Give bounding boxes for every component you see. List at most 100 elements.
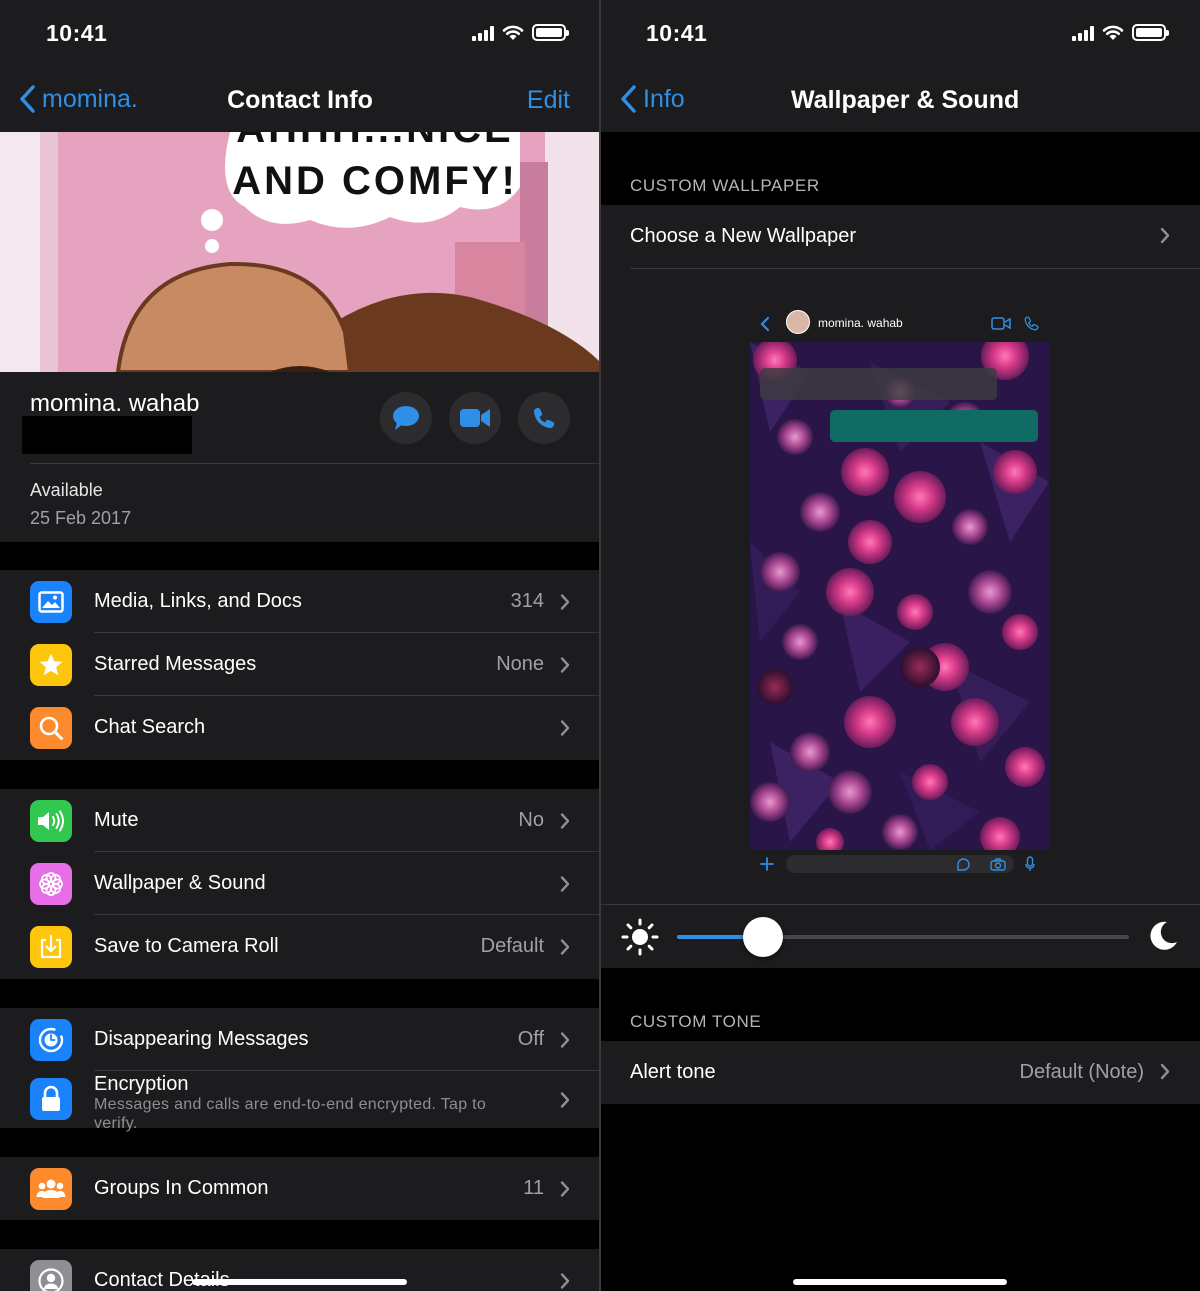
row-value: No xyxy=(518,809,544,831)
speaker-icon xyxy=(30,799,72,842)
phone-icon xyxy=(533,407,555,429)
camera-icon xyxy=(990,858,1006,871)
group-icon xyxy=(30,1167,72,1210)
preview-text-field xyxy=(786,855,1014,873)
wallpaper-preview-area: momina. wahab xyxy=(601,268,1200,904)
wallpaper-sound-screen: 10:41 Info Wallpaper & Sound CUSTOM WALL… xyxy=(601,0,1200,1291)
row-value: 11 xyxy=(523,1177,544,1199)
row-label: Media, Links, and Docs xyxy=(94,590,302,612)
status-icons xyxy=(1072,24,1169,41)
about-status: Available xyxy=(30,480,103,500)
preview-header: momina. wahab xyxy=(750,296,1049,342)
separator xyxy=(630,268,1200,269)
photo-icon xyxy=(30,580,72,623)
back-label: Info xyxy=(643,84,685,113)
separator xyxy=(30,463,600,464)
chat-bubble-icon xyxy=(393,406,419,430)
row-label: Encryption xyxy=(94,1073,189,1095)
privacy-group: Disappearing Messages Off Encryption Mes… xyxy=(0,1008,600,1132)
navigation-bar: 10:41 Info Wallpaper & Sound xyxy=(601,0,1200,132)
edit-button[interactable]: Edit xyxy=(527,86,570,115)
chevron-right-icon xyxy=(560,1180,570,1197)
groups-in-common-row[interactable]: Groups In Common 11 xyxy=(0,1157,600,1220)
page-title: Contact Info xyxy=(227,86,373,114)
profile-photo-art: AHHH...NICE AND COMFY! xyxy=(0,132,600,372)
row-value: Off xyxy=(517,1028,544,1050)
status-time: 10:41 xyxy=(646,20,708,46)
alert-tone-row[interactable]: Alert tone Default (Note) xyxy=(601,1041,1200,1104)
search-icon xyxy=(30,706,72,749)
wifi-icon xyxy=(502,25,524,40)
media-group: Media, Links, and Docs 314 Starred Messa… xyxy=(0,570,600,760)
signal-icon xyxy=(472,25,494,41)
save-camera-roll-row[interactable]: Save to Camera Roll Default xyxy=(0,915,600,978)
avatar xyxy=(786,310,810,334)
home-indicator xyxy=(793,1279,1007,1285)
row-sublabel: Messages and calls are end-to-end encryp… xyxy=(94,1096,487,1132)
signal-icon xyxy=(1072,25,1094,41)
choose-wallpaper-row[interactable]: Choose a New Wallpaper xyxy=(601,205,1200,268)
groups-common-group: Groups In Common 11 xyxy=(0,1157,600,1220)
chevron-right-icon xyxy=(1160,227,1170,244)
starred-messages-row[interactable]: Starred Messages None xyxy=(0,633,600,696)
contact-card: momina. wahab Available 25 Feb 2017 xyxy=(0,372,600,542)
wifi-icon xyxy=(1102,25,1124,40)
row-value: Default xyxy=(480,935,544,957)
choose-wallpaper-label: Choose a New Wallpaper xyxy=(630,225,857,247)
profile-caption-line2: AND COMFY! xyxy=(232,159,518,203)
chat-search-row[interactable]: Chat Search xyxy=(0,696,600,759)
disappearing-messages-row[interactable]: Disappearing Messages Off xyxy=(0,1008,600,1071)
save-icon xyxy=(30,925,72,968)
battery-icon xyxy=(532,24,569,41)
status-icons xyxy=(472,24,569,41)
chevron-right-icon xyxy=(560,1091,570,1108)
voice-call-button[interactable] xyxy=(518,392,570,444)
contact-name: momina. wahab xyxy=(30,390,200,417)
row-label: Mute xyxy=(94,809,139,831)
media-links-docs-row[interactable]: Media, Links, and Docs 314 xyxy=(0,570,600,633)
row-label: Groups In Common xyxy=(94,1177,269,1199)
chevron-right-icon xyxy=(560,938,570,955)
sample-outgoing-bubble xyxy=(830,410,1038,442)
alert-tone-value: Default (Note) xyxy=(1019,1061,1145,1083)
star-icon xyxy=(30,643,72,686)
about-date: 25 Feb 2017 xyxy=(30,508,132,528)
wallpaper-preview: momina. wahab xyxy=(750,296,1049,878)
row-label: Starred Messages xyxy=(94,653,257,675)
video-call-button[interactable] xyxy=(449,392,501,444)
chevron-right-icon xyxy=(1160,1063,1170,1080)
row-value: 314 xyxy=(510,590,544,612)
preview-contact-name: momina. wahab xyxy=(818,316,903,330)
wallpaper-image xyxy=(750,342,1049,850)
wallpaper-sound-row[interactable]: Wallpaper & Sound xyxy=(0,852,600,915)
timer-icon xyxy=(30,1018,72,1061)
sticker-icon xyxy=(957,858,970,871)
chevron-right-icon xyxy=(560,1272,570,1289)
home-indicator xyxy=(192,1279,407,1285)
page-title: Wallpaper & Sound xyxy=(791,86,1020,114)
chevron-right-icon xyxy=(560,719,570,736)
chevron-left-icon xyxy=(621,85,636,113)
video-camera-icon xyxy=(991,317,1011,330)
message-button[interactable] xyxy=(380,392,432,444)
redacted-phone-number xyxy=(22,416,192,454)
preview-input-bar xyxy=(750,850,1049,878)
lock-icon xyxy=(30,1078,72,1120)
sample-incoming-bubble xyxy=(760,368,997,400)
back-button[interactable]: Info xyxy=(619,84,685,114)
row-value: None xyxy=(496,653,544,675)
profile-photo[interactable]: AHHH...NICE AND COMFY! xyxy=(0,132,600,372)
alert-tone-label: Alert tone xyxy=(630,1061,716,1083)
battery-icon xyxy=(1132,24,1169,41)
mute-row[interactable]: Mute No xyxy=(0,789,600,852)
row-label: Wallpaper & Sound xyxy=(94,872,266,894)
row-label: Save to Camera Roll xyxy=(94,935,279,957)
row-label: Disappearing Messages xyxy=(94,1028,309,1050)
encryption-row[interactable]: Encryption Messages and calls are end-to… xyxy=(0,1071,600,1132)
person-icon xyxy=(30,1259,72,1291)
status-time: 10:41 xyxy=(46,20,108,46)
dimming-slider-thumb[interactable] xyxy=(742,917,783,957)
chevron-right-icon xyxy=(560,875,570,892)
chevron-right-icon xyxy=(560,593,570,610)
flower-icon xyxy=(30,862,72,905)
